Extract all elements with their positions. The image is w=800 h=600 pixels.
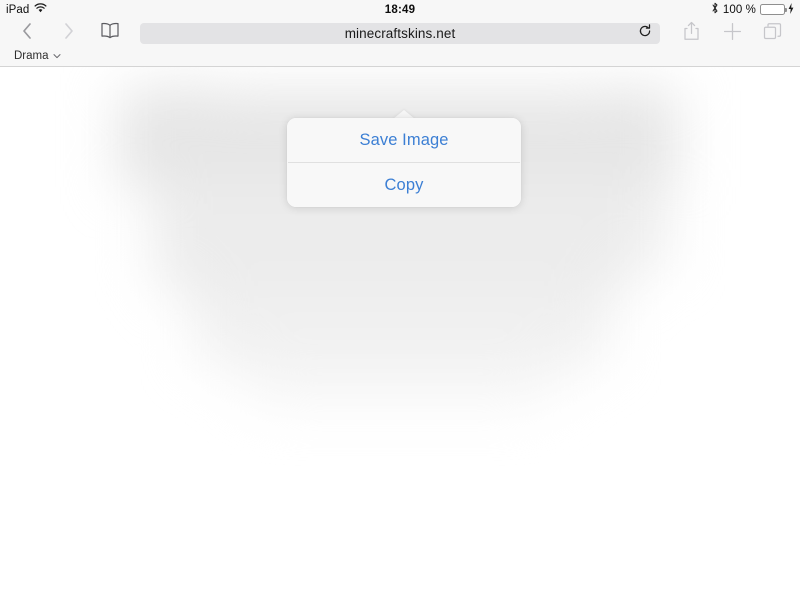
tabs-icon bbox=[763, 22, 782, 46]
bookmark-folder-label: Drama bbox=[14, 50, 49, 62]
page-blur-shape bbox=[260, 377, 540, 403]
url-text: minecraftskins.net bbox=[344, 26, 456, 41]
forward-button[interactable] bbox=[58, 22, 80, 45]
lightning-bolt-icon bbox=[788, 2, 794, 17]
popover-panel: Save Image Copy bbox=[287, 118, 521, 207]
status-bar-right: 100 % bbox=[711, 2, 794, 17]
show-tabs-button[interactable] bbox=[762, 22, 783, 46]
bookmarks-bar: Drama bbox=[0, 46, 800, 67]
share-icon bbox=[683, 21, 700, 46]
reload-icon bbox=[638, 24, 652, 43]
chevron-left-icon bbox=[21, 22, 33, 45]
save-image-label: Save Image bbox=[359, 130, 449, 149]
ipad-safari-screen: Save Image Copy iPad 18:49 100 % minecra… bbox=[0, 0, 800, 600]
plus-icon bbox=[723, 22, 742, 46]
bookmark-folder-drama[interactable]: Drama bbox=[14, 50, 61, 62]
chevron-down-icon bbox=[52, 50, 61, 62]
browser-toolbar: minecraftskins.net bbox=[0, 19, 800, 46]
reload-button[interactable] bbox=[638, 24, 652, 43]
share-button[interactable] bbox=[681, 21, 702, 46]
copy-label: Copy bbox=[384, 175, 424, 194]
battery-icon bbox=[760, 4, 787, 15]
status-bar-clock: 18:49 bbox=[384, 3, 416, 16]
copy-button[interactable]: Copy bbox=[287, 163, 521, 207]
new-tab-button[interactable] bbox=[722, 22, 743, 46]
back-button[interactable] bbox=[16, 22, 38, 45]
chevron-right-icon bbox=[63, 22, 75, 45]
open-book-icon bbox=[100, 22, 120, 44]
address-bar[interactable]: minecraftskins.net bbox=[140, 23, 660, 44]
status-bar: iPad 18:49 100 % bbox=[0, 0, 800, 19]
battery-percent-label: 100 % bbox=[722, 3, 756, 16]
bookmarks-button[interactable] bbox=[98, 22, 122, 44]
save-image-button[interactable]: Save Image bbox=[287, 118, 521, 162]
bluetooth-icon bbox=[711, 2, 719, 17]
